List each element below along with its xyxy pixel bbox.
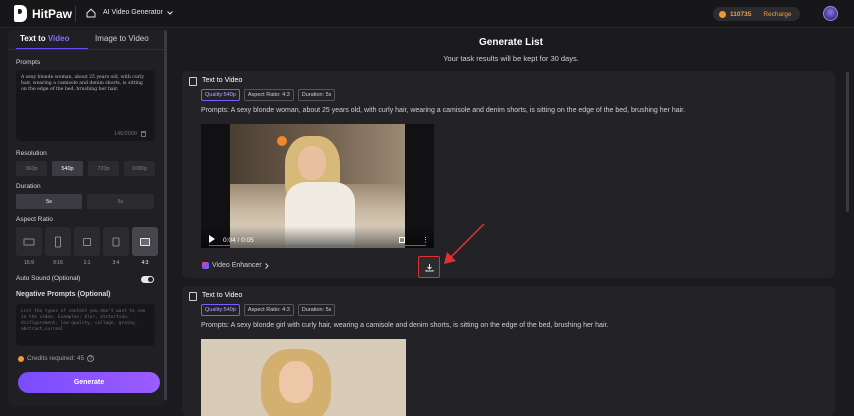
resolution-options: 360p 540p 720p 1080p <box>16 161 155 176</box>
resolution-540p[interactable]: 540p <box>52 161 83 176</box>
aspect-ratio-label: Aspect Ratio <box>16 216 53 223</box>
aspect-9-16-label: 9:16 <box>53 260 63 266</box>
duration-label: Duration <box>16 183 41 190</box>
quality-tag: Quality:540p <box>201 89 240 101</box>
chevron-down-icon <box>166 10 173 15</box>
result-card: Text to Video Quality:540p Aspect Ratio:… <box>182 286 835 416</box>
fullscreen-icon[interactable] <box>399 237 405 243</box>
aspect-1-1-label: 1:1 <box>83 260 91 266</box>
card-title: Text to Video <box>202 292 243 299</box>
card-prompt: Prompts: A sexy blonde woman, about 25 y… <box>201 107 686 114</box>
credits-required-text: Credits required: 45 <box>27 355 85 362</box>
negative-prompt-placeholder: List the types of content you don't want… <box>21 309 146 332</box>
negative-prompts-label: Negative Prompts (Optional) <box>16 291 111 298</box>
aspect-9-16[interactable] <box>45 227 71 256</box>
aspect-3-4[interactable] <box>103 227 129 256</box>
aspect-1-1-icon <box>83 237 91 246</box>
duration-options: 5s 8s <box>16 194 154 209</box>
duration-tag: Duration: 5s <box>297 89 336 101</box>
topbar-divider <box>75 6 76 22</box>
prompt-text: A sexy blonde woman, about 25 years old,… <box>21 75 145 92</box>
negative-prompt-textarea[interactable]: List the types of content you don't want… <box>16 304 155 346</box>
auto-sound-toggle[interactable] <box>141 276 154 283</box>
auto-sound-label: Auto Sound (Optional) <box>16 275 81 282</box>
credits-badge[interactable]: 110735 Recharge <box>713 7 800 21</box>
brand-name: HitPaw <box>32 6 73 21</box>
brand-logo[interactable]: HitPaw <box>14 5 72 22</box>
video-controls: 0:04 / 0:05 ⋮ <box>201 226 434 248</box>
duration-tag: Duration: 5s <box>297 304 336 316</box>
generation-panel: Text to Video Image to Video Prompts A s… <box>8 30 166 406</box>
resolution-label: Resolution <box>16 150 47 157</box>
prompts-label: Prompts <box>16 59 41 66</box>
sidebar-scrollbar[interactable] <box>164 30 167 400</box>
product-title: AI Video Generator <box>103 9 163 16</box>
aspect-3-4-icon <box>112 237 120 246</box>
aspect-16-9-icon <box>23 238 35 245</box>
card-title: Text to Video <box>202 77 243 84</box>
tab-divider <box>8 49 166 50</box>
aspect-3-4-label: 3:4 <box>112 260 120 266</box>
card-prompt: Prompts: A sexy blonde girl with curly h… <box>201 322 609 329</box>
generate-button[interactable]: Generate <box>18 372 160 393</box>
aspect-4-3-icon <box>140 237 150 246</box>
home-icon[interactable] <box>86 8 96 18</box>
aspect-ratio-tag: Aspect Ratio: 4:3 <box>243 89 294 101</box>
hitpaw-logo-icon <box>14 5 27 22</box>
duration-8s[interactable]: 8s <box>87 194 154 209</box>
aspect-ratio-options <box>16 227 158 256</box>
download-icon <box>425 263 433 271</box>
recharge-button[interactable]: Recharge <box>763 11 791 18</box>
prompt-counter: 146/2000 <box>114 131 146 137</box>
result-card: Text to Video Quality:540p Aspect Ratio:… <box>182 71 835 278</box>
aspect-16-9-label: 16:9 <box>24 260 34 266</box>
card-tags: Quality:540p Aspect Ratio: 4:3 Duration:… <box>201 89 336 101</box>
page-title: Generate List <box>479 37 543 48</box>
document-icon <box>189 77 197 86</box>
prompt-textarea[interactable]: A sexy blonde woman, about 25 years old,… <box>16 70 155 141</box>
video-enhancer-label: Video Enhancer <box>212 262 262 269</box>
user-avatar[interactable] <box>823 6 838 21</box>
aspect-ratio-labels: 16:9 9:16 1:1 3:4 4:3 <box>16 260 158 266</box>
card-tags: Quality:540p Aspect Ratio: 4:3 Duration:… <box>201 304 336 316</box>
video-time: 0:04 / 0:05 <box>223 237 254 244</box>
resolution-720p[interactable]: 720p <box>88 161 119 176</box>
aspect-4-3-label: 4:3 <box>141 260 149 266</box>
tab-text-to-video[interactable]: Text to Video <box>20 34 70 43</box>
product-dropdown[interactable]: AI Video Generator <box>103 9 173 16</box>
annotation-arrow-icon <box>444 223 485 264</box>
page-subtitle: Your task results will be kept for 30 da… <box>443 54 579 63</box>
video-player[interactable] <box>201 339 406 416</box>
coin-icon <box>719 10 726 18</box>
chevron-right-icon <box>264 262 269 269</box>
video-progress-bar[interactable] <box>209 245 426 246</box>
tab-image-to-video[interactable]: Image to Video <box>95 34 149 43</box>
download-button[interactable] <box>418 256 440 278</box>
video-player[interactable]: 0:04 / 0:05 ⋮ <box>201 124 434 248</box>
main-scrollbar[interactable] <box>846 72 849 212</box>
trash-icon[interactable] <box>141 131 146 137</box>
help-icon[interactable]: ? <box>87 355 95 362</box>
aspect-16-9[interactable] <box>16 227 42 256</box>
top-bar: HitPaw AI Video Generator 110735 Recharg… <box>0 0 854 28</box>
aspect-4-3[interactable] <box>132 227 158 256</box>
aspect-9-16-icon <box>55 236 61 247</box>
coin-icon <box>18 355 24 362</box>
document-icon <box>189 292 197 301</box>
quality-tag: Quality:540p <box>201 304 240 316</box>
duration-5s[interactable]: 5s <box>16 194 82 209</box>
play-icon[interactable] <box>209 235 215 243</box>
aspect-ratio-tag: Aspect Ratio: 4:3 <box>243 304 294 316</box>
tab-text-highlight: Video <box>47 34 70 43</box>
credit-count: 110735 <box>730 10 752 18</box>
resolution-360p[interactable]: 360p <box>16 161 47 176</box>
resolution-1080p[interactable]: 1080p <box>124 161 155 176</box>
prompt-count-text: 146/2000 <box>114 131 137 137</box>
video-enhancer-link[interactable]: Video Enhancer <box>202 262 269 269</box>
credits-required: Credits required: 45 ? <box>18 355 95 362</box>
more-options-icon[interactable]: ⋮ <box>422 237 429 244</box>
aspect-1-1[interactable] <box>74 227 100 256</box>
tab-text-prefix: Text to <box>20 34 48 43</box>
enhancer-icon <box>202 262 209 269</box>
